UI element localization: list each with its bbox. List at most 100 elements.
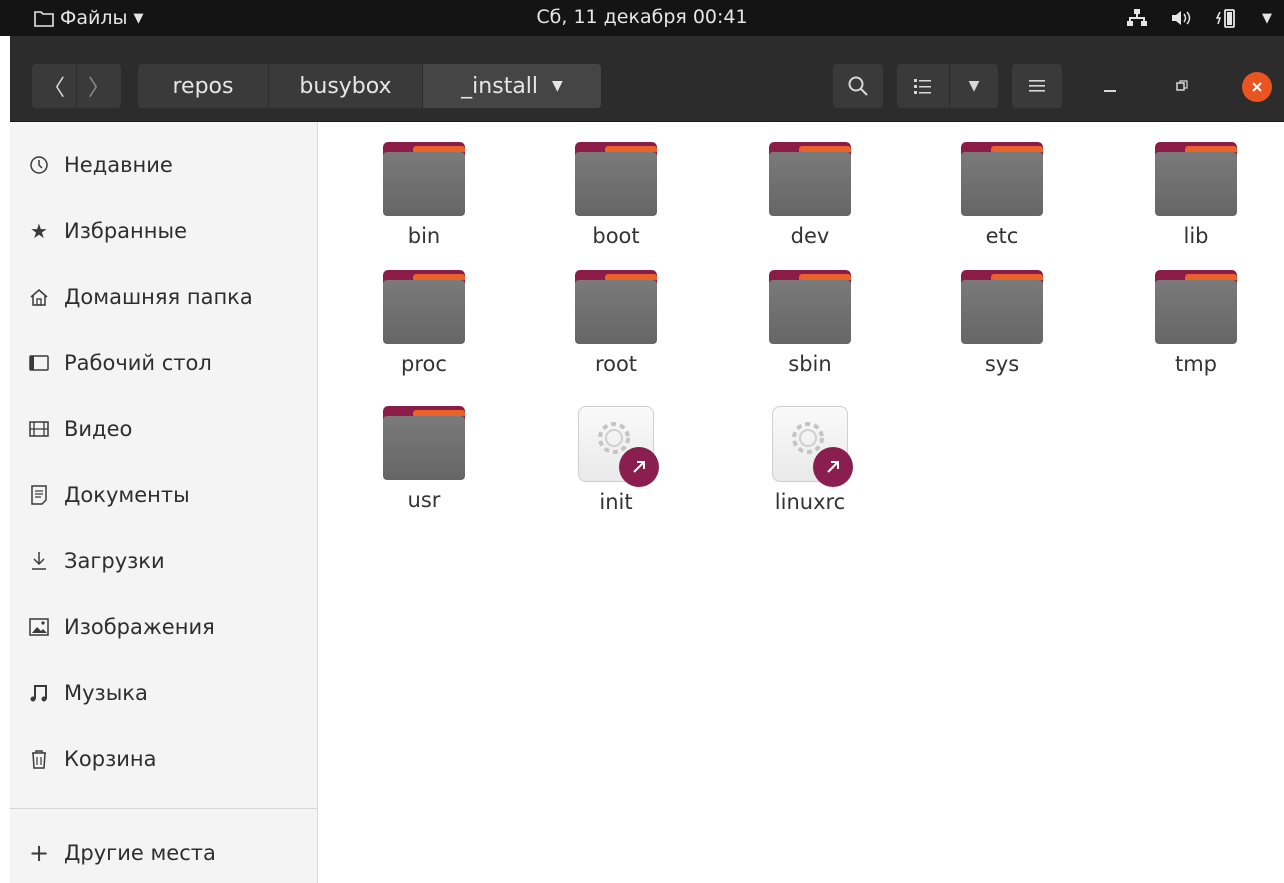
search-button[interactable] — [833, 64, 883, 108]
file-label: sys — [984, 352, 1020, 376]
system-menu-icon: ▼ — [1262, 10, 1272, 26]
battery-icon — [1216, 9, 1235, 28]
folder-icon — [383, 270, 465, 344]
sidebar-item-downloads[interactable]: Загрузки — [10, 528, 318, 594]
back-button[interactable]: 〈 — [32, 64, 76, 108]
image-icon — [28, 618, 50, 636]
sidebar-item-recent[interactable]: Недавние — [10, 132, 318, 198]
sidebar-item-label: Изображения — [64, 615, 215, 639]
sidebar-item-label: Другие места — [64, 841, 216, 865]
file-item-root[interactable]: root — [541, 270, 691, 376]
document-icon — [28, 485, 50, 505]
desktop-icon — [28, 354, 50, 372]
restore-icon — [1176, 80, 1188, 91]
menu-icon — [1029, 80, 1045, 92]
file-item-proc[interactable]: proc — [349, 270, 499, 376]
sidebar-item-documents[interactable]: Документы — [10, 462, 318, 528]
file-item-usr[interactable]: usr — [349, 406, 499, 512]
breadcrumb-label: busybox — [299, 73, 392, 99]
minimize-icon — [1104, 90, 1116, 92]
sidebar-item-label: Видео — [64, 417, 133, 441]
symlink-arrow-icon — [619, 447, 659, 487]
sidebar-item-home[interactable]: Домашняя папка — [10, 264, 318, 330]
folder-icon — [961, 142, 1043, 216]
folder-icon — [769, 270, 851, 344]
sidebar-item-desktop[interactable]: Рабочий стол — [10, 330, 318, 396]
headerbar: 〈 〉 repos busybox _install ▼ ▼ — [10, 36, 1284, 122]
system-tray[interactable]: ▼ — [1126, 4, 1272, 32]
sidebar-item-other-locations[interactable]: + Другие места — [10, 820, 318, 883]
sidebar-item-starred[interactable]: ★ Избранные — [10, 198, 318, 264]
folder-icon — [575, 142, 657, 216]
forward-button[interactable]: 〉 — [77, 64, 121, 108]
sidebar-item-pictures[interactable]: Изображения — [10, 594, 318, 660]
sidebar-item-label: Загрузки — [64, 549, 165, 573]
file-item-sys[interactable]: sys — [927, 270, 1077, 376]
file-item-boot[interactable]: boot — [541, 142, 691, 248]
view-options-button[interactable]: ▼ — [950, 64, 998, 108]
menu-button[interactable] — [1012, 64, 1062, 108]
close-icon — [1252, 82, 1262, 92]
executable-icon — [578, 406, 659, 487]
close-button[interactable] — [1242, 72, 1272, 102]
file-label: etc — [985, 224, 1019, 248]
forward-icon: 〉 — [87, 76, 110, 101]
file-label: bin — [407, 224, 441, 248]
file-item-dev[interactable]: dev — [735, 142, 885, 248]
folder-icon — [769, 142, 851, 216]
back-icon: 〈 — [42, 76, 65, 101]
top-panel: Файлы ▼ Сб, 11 декабря 00:41 ▼ — [0, 0, 1284, 36]
file-label: linuxrc — [774, 490, 846, 514]
folder-icon — [961, 270, 1043, 344]
file-item-tmp[interactable]: tmp — [1121, 270, 1271, 376]
sidebar-item-label: Музыка — [64, 681, 148, 705]
sidebar-item-label: Недавние — [64, 153, 173, 177]
file-item-linuxrc[interactable]: linuxrc — [735, 406, 885, 514]
network-icon — [1127, 9, 1147, 26]
file-label: root — [594, 352, 638, 376]
restore-button[interactable] — [1170, 74, 1194, 98]
view-options-icon: ▼ — [968, 78, 980, 94]
view-list-button[interactable] — [897, 64, 949, 108]
clock[interactable]: Сб, 11 декабря 00:41 — [0, 6, 1284, 28]
folder-icon — [1155, 270, 1237, 344]
breadcrumb-install[interactable]: _install ▼ — [423, 64, 601, 108]
file-view[interactable]: bin boot dev etc lib proc root sbin sys … — [319, 122, 1284, 883]
file-label: usr — [407, 488, 441, 512]
trash-icon — [28, 749, 50, 769]
file-item-etc[interactable]: etc — [927, 142, 1077, 248]
download-icon — [28, 551, 50, 571]
breadcrumb-label: repos — [172, 73, 234, 99]
plus-icon: + — [28, 839, 50, 867]
sidebar-separator — [10, 808, 318, 809]
file-label: tmp — [1174, 352, 1218, 376]
sidebar-item-label: Корзина — [64, 747, 157, 771]
file-label: boot — [592, 224, 640, 248]
file-label: init — [599, 490, 633, 514]
file-item-bin[interactable]: bin — [349, 142, 499, 248]
folder-icon — [1155, 142, 1237, 216]
sidebar-item-music[interactable]: Музыка — [10, 660, 318, 726]
star-icon: ★ — [30, 219, 48, 243]
chevron-down-icon: ▼ — [552, 78, 563, 94]
sidebar-item-label: Рабочий стол — [64, 351, 212, 375]
sidebar-item-video[interactable]: Видео — [10, 396, 318, 462]
minimize-button[interactable] — [1098, 74, 1122, 98]
sidebar-item-trash[interactable]: Корзина — [10, 726, 318, 792]
places-sidebar: Недавние ★ Избранные Домашняя папка Рабо… — [10, 122, 318, 883]
clock-icon — [28, 155, 50, 175]
file-label: proc — [401, 352, 447, 376]
file-item-sbin[interactable]: sbin — [735, 270, 885, 376]
file-item-init[interactable]: init — [541, 406, 691, 514]
folder-icon — [383, 142, 465, 216]
breadcrumb-label: _install — [461, 73, 539, 99]
sidebar-item-label: Домашняя папка — [64, 285, 253, 309]
breadcrumb-busybox[interactable]: busybox — [269, 64, 422, 108]
video-icon — [28, 420, 50, 438]
file-label: dev — [790, 224, 830, 248]
music-icon — [28, 683, 50, 703]
file-item-lib[interactable]: lib — [1121, 142, 1271, 248]
file-label: lib — [1183, 224, 1209, 248]
search-icon — [848, 76, 868, 96]
breadcrumb-repos[interactable]: repos — [138, 64, 268, 108]
